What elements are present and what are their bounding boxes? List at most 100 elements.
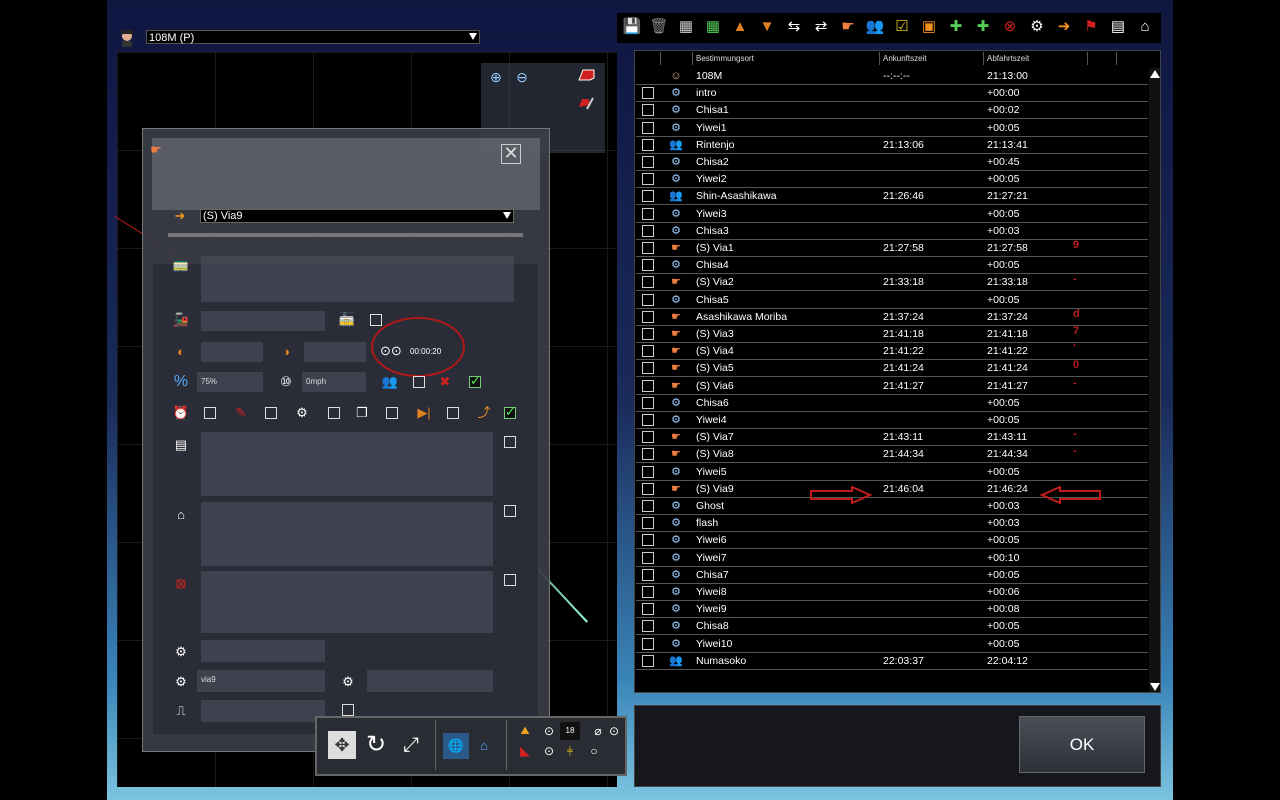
radio-option-icon[interactable]: ⊙	[539, 722, 559, 740]
platform-tool-icon[interactable]: ▤	[1108, 17, 1128, 37]
row-checkbox[interactable]	[642, 465, 654, 478]
radio-option-4-icon[interactable]: ○	[584, 742, 604, 760]
table-row[interactable]: ☛ (S) Via3 21:41:18 21:41:18 7	[636, 325, 1148, 343]
radio-option-3-icon[interactable]: ⊙	[539, 742, 559, 760]
merge-icon[interactable]: ⇄	[811, 17, 831, 37]
add-task-icon[interactable]: ✚	[946, 17, 966, 37]
station-tool-icon[interactable]: ⌂	[1135, 17, 1155, 37]
station-checkbox[interactable]	[504, 505, 516, 517]
zoom-out-icon[interactable]: ⊖	[513, 68, 531, 86]
passengers-enabled-checkbox[interactable]	[469, 373, 481, 389]
row-checkbox[interactable]	[642, 396, 654, 409]
row-checkbox[interactable]	[642, 121, 654, 134]
move-down-icon[interactable]: ▼	[757, 17, 777, 37]
table-row[interactable]: ⚙ Chisa2 +00:45	[636, 154, 1148, 171]
eraser-checkbox[interactable]	[265, 407, 277, 419]
wagon-checkbox[interactable]	[370, 314, 382, 326]
zoom-in-icon[interactable]: ⊕	[487, 68, 505, 86]
excluded-field[interactable]	[201, 571, 493, 633]
add-waypoint-icon[interactable]: ✚	[973, 17, 993, 37]
table-row[interactable]: ☛ (S) Via2 21:33:18 21:33:18 -	[636, 273, 1148, 292]
table-row[interactable]: ⚙ flash +00:03	[636, 515, 1148, 533]
remove-icon[interactable]: ⊗	[1000, 17, 1020, 37]
row-checkbox[interactable]	[642, 104, 654, 117]
row-checkbox[interactable]	[642, 259, 654, 272]
guid-field[interactable]	[201, 700, 325, 722]
waypoint-select-arrow[interactable]	[501, 210, 513, 222]
table-row[interactable]: ⚙ Yiwei2 +00:05	[636, 171, 1148, 189]
route-select[interactable]: 108M (P)	[146, 30, 480, 44]
row-checkbox[interactable]	[642, 293, 654, 306]
alarm-checkbox[interactable]	[204, 407, 216, 419]
stop-icon[interactable]: 👥	[865, 17, 885, 37]
table-row[interactable]: ☛ (S) Via4 21:41:22 21:41:22 '	[636, 342, 1148, 361]
save-icon[interactable]: 💾	[622, 17, 642, 37]
platform-field[interactable]	[201, 432, 493, 496]
waypoint-select[interactable]: (S) Via9	[200, 209, 514, 223]
table-row[interactable]: ⚙ Chisa5 +00:05	[636, 292, 1148, 309]
col-header-destination[interactable]: Bestimmungsort	[696, 52, 754, 65]
table-row[interactable]: ⚙ Chisa6 +00:05	[636, 395, 1148, 412]
table-row[interactable]: ☛ (S) Via5 21:41:24 21:41:24 0	[636, 359, 1148, 378]
row-checkbox[interactable]	[642, 242, 654, 254]
scroll-down-icon[interactable]	[1150, 683, 1160, 691]
table-row[interactable]: 👥 Rintenjo 21:13:06 21:13:41	[636, 137, 1148, 154]
radio-option-2-icon[interactable]: ⊙	[604, 722, 624, 740]
row-checkbox[interactable]	[642, 362, 654, 375]
checklist-icon[interactable]: ☑	[892, 17, 912, 37]
consist-field[interactable]	[201, 256, 514, 302]
split-icon[interactable]: ⇆	[784, 17, 804, 37]
blocks-icon[interactable]: ▣	[919, 17, 939, 37]
table-row[interactable]: ☛ (S) Via6 21:41:27 21:41:27 -	[636, 377, 1148, 395]
row-checkbox[interactable]	[642, 637, 654, 650]
row-checkbox[interactable]	[642, 138, 654, 151]
col-header-departure[interactable]: Abfahrtszeit	[987, 52, 1029, 65]
table-row[interactable]: ⚙ Yiwei1 +00:05	[636, 120, 1148, 137]
table-row[interactable]: ⚙ intro +00:00	[636, 85, 1148, 103]
row-checkbox[interactable]	[642, 586, 654, 598]
table-row[interactable]: ⚙ Chisa1 +00:02	[636, 102, 1148, 120]
table-row[interactable]: ⚙ Yiwei7 +00:10	[636, 550, 1148, 567]
route-select-arrow[interactable]	[467, 31, 479, 43]
eraser-icon[interactable]	[577, 68, 595, 86]
resize-icon[interactable]: ⤢	[397, 731, 425, 759]
row-checkbox[interactable]	[642, 654, 654, 667]
row-checkbox[interactable]	[642, 517, 654, 530]
excluded-checkbox[interactable]	[504, 574, 516, 586]
col-header-arrival[interactable]: Ankunftszeit	[883, 52, 927, 65]
departure-time-field[interactable]	[304, 342, 366, 362]
row-checkbox[interactable]	[642, 431, 654, 444]
eraser-edit-icon[interactable]	[577, 95, 595, 113]
row-checkbox[interactable]	[642, 87, 654, 100]
row-checkbox[interactable]	[642, 379, 654, 392]
table-row[interactable]: ⚙ Chisa3 +00:03	[636, 223, 1148, 240]
reverse-checkbox[interactable]	[504, 404, 516, 420]
ok-button[interactable]: OK	[1019, 716, 1145, 773]
close-button[interactable]: ✕	[501, 144, 521, 164]
row-checkbox[interactable]	[642, 448, 654, 461]
scrollbar[interactable]	[1149, 68, 1160, 692]
table-row[interactable]: ☛ (S) Via1 21:27:58 21:27:58 9	[636, 239, 1148, 257]
speed-field[interactable]: 0mph	[302, 372, 366, 392]
row-checkbox[interactable]	[642, 551, 654, 564]
copy-checkbox[interactable]	[386, 407, 398, 419]
name-field[interactable]: via9	[197, 670, 325, 692]
scroll-up-icon[interactable]	[1150, 70, 1160, 78]
station-field[interactable]	[201, 502, 493, 566]
loco-field[interactable]	[201, 311, 325, 331]
move-up-icon[interactable]: ▲	[730, 17, 750, 37]
table-row[interactable]: ⚙ Yiwei9 +00:08	[636, 601, 1148, 619]
percent-field[interactable]: 75%	[197, 372, 263, 392]
row-checkbox[interactable]	[642, 328, 654, 340]
skip-checkbox[interactable]	[447, 407, 459, 419]
waypoint-icon[interactable]: ☛	[838, 17, 858, 37]
move-icon[interactable]: ✥	[328, 731, 356, 759]
table-row[interactable]: ☺ 108M --:--:-- 21:13:00	[636, 68, 1148, 85]
script-field[interactable]	[201, 640, 325, 662]
script-2-field[interactable]	[367, 670, 493, 692]
row-checkbox[interactable]	[642, 482, 654, 495]
table-row[interactable]: 👥 Shin-Asashikawa 21:26:46 21:27:21	[636, 188, 1148, 206]
row-checkbox[interactable]	[642, 568, 654, 581]
table-row[interactable]: ⚙ Yiwei5 +00:05	[636, 464, 1148, 481]
row-checkbox[interactable]	[642, 207, 654, 220]
